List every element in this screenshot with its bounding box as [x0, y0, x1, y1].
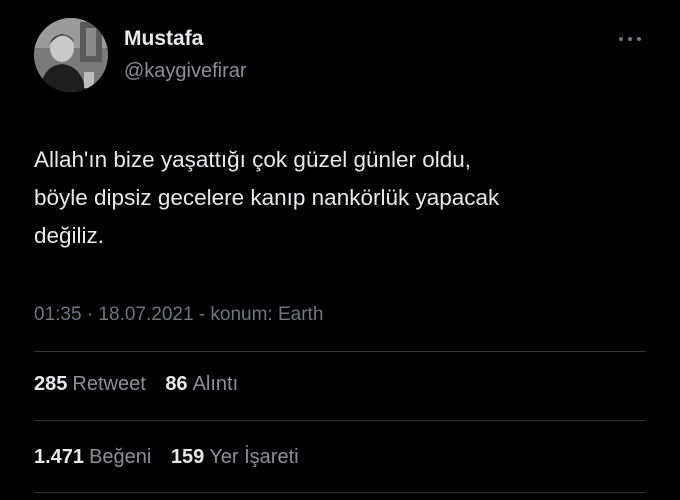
tweet-timestamp-location[interactable]: 01:35 · 18.07.2021 - konum: Earth: [34, 304, 323, 326]
divider: [34, 351, 646, 352]
tweet-line: değiliz.: [34, 223, 105, 248]
retweet-count: 285: [34, 373, 68, 395]
bookmark-count: 159: [170, 446, 205, 468]
tweet-line: böyle dipsiz gecelere kanıp nankörlük ya…: [34, 185, 500, 210]
divider: [34, 420, 646, 421]
quote-count: 86: [165, 373, 188, 395]
retweets-stat[interactable]: 285 Retweet: [34, 373, 165, 395]
bookmarks-stat[interactable]: 159 Yer İşareti: [171, 446, 313, 468]
quote-label: Alıntı: [192, 373, 239, 395]
ellipsis-icon: [619, 37, 641, 41]
profile-photo-icon: [34, 18, 108, 92]
engagement-row-likes: 1.471 Beğeni 159 Yer İşareti: [34, 446, 313, 469]
tweet-line: Allah'ın bize yaşattığı çok güzel günler…: [34, 147, 472, 172]
likes-stat[interactable]: 1.471 Beğeni: [34, 446, 171, 468]
divider: [34, 492, 646, 493]
like-count: 1.471: [34, 446, 85, 468]
tweet-text: Allah'ın bize yaşattığı çok güzel günler…: [34, 141, 664, 255]
more-options-button[interactable]: [612, 28, 648, 50]
engagement-row-retweets: 285 Retweet 86 Alıntı: [34, 373, 252, 396]
like-label: Beğeni: [89, 446, 152, 468]
avatar[interactable]: [34, 18, 108, 92]
author-name[interactable]: Mustafa: [124, 27, 203, 51]
quotes-stat[interactable]: 86 Alıntı: [165, 373, 252, 395]
retweet-label: Retweet: [72, 373, 146, 395]
bookmark-label: Yer İşareti: [209, 446, 299, 468]
author-handle[interactable]: @kaygivefirar: [124, 60, 247, 83]
